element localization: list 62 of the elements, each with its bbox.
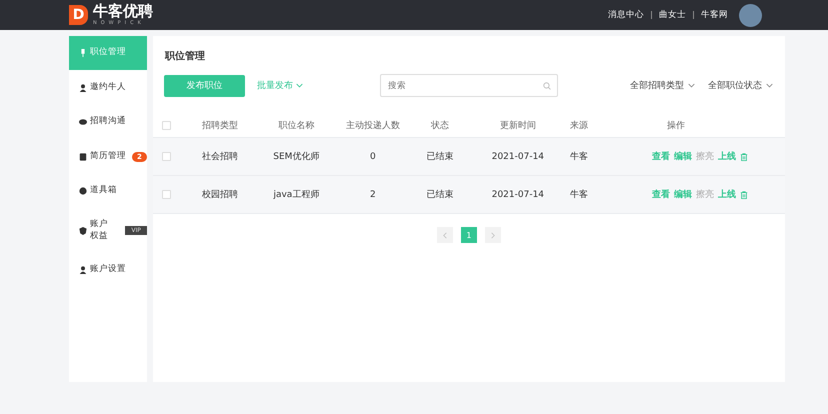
row-checkbox[interactable] [162, 152, 171, 161]
delete-icon[interactable] [740, 190, 748, 198]
table-cell-text: 0 [369, 152, 377, 162]
document-icon [79, 152, 87, 160]
avatar[interactable] [739, 4, 762, 26]
header-link[interactable]: 消息中心 [608, 9, 644, 21]
action-link[interactable]: 编辑 [674, 188, 692, 201]
sidebar-item[interactable]: 账户设置 [69, 253, 147, 287]
table-cell-text: 牛客 [568, 150, 589, 163]
page-button[interactable]: 1 [460, 227, 477, 243]
table-cell-text: 2021-07-14 [490, 190, 546, 200]
logo-mark: D [69, 5, 88, 25]
action-link[interactable]: 查看 [652, 188, 670, 201]
search-field[interactable]: 搜索 [380, 74, 558, 97]
table-cell-text: 校园招聘 [200, 188, 239, 201]
table-cell-text: 已结束 [425, 188, 454, 201]
caret-icon [688, 83, 695, 88]
sidebar-item[interactable]: 招聘沟通 [69, 105, 147, 139]
row-checkbox[interactable] [162, 190, 171, 199]
action-link[interactable]: 编辑 [674, 150, 692, 163]
caret-icon [766, 83, 773, 88]
batch-publish-dropdown[interactable]: 批量发布 [256, 79, 303, 92]
table-cell-text: 2021-07-14 [490, 152, 546, 162]
column-header: 操作 [666, 120, 686, 132]
page-title: 职位管理 [164, 50, 206, 64]
table-cell-text: 社会招聘 [200, 150, 239, 163]
person-icon [79, 84, 87, 92]
header-link[interactable]: 牛客网 [701, 9, 728, 21]
table-cell-text: SEM优化师 [272, 150, 320, 163]
column-header: 更新时间 [498, 120, 537, 132]
action-link[interactable]: 上线 [718, 188, 736, 201]
select-all-checkbox[interactable] [162, 120, 171, 130]
table-cell-text: 2 [369, 190, 377, 200]
previous-page-button[interactable] [436, 227, 453, 243]
logo-text: 牛客优聘 [93, 4, 153, 19]
search-icon [542, 82, 551, 90]
delete-icon[interactable] [740, 152, 748, 160]
header-link[interactable]: 曲女士 [659, 9, 686, 21]
action-link[interactable]: 上线 [718, 150, 736, 163]
filter-dropdown[interactable]: 全部职位状态 [708, 79, 773, 92]
sidebar-item[interactable]: 道具箱 [69, 174, 147, 208]
shield-icon [79, 226, 87, 234]
person-icon [79, 266, 87, 274]
publish-button[interactable]: 发布职位 [164, 74, 245, 96]
table-cell-text: java工程师 [272, 188, 320, 201]
table-cell-text: 牛客 [568, 188, 589, 201]
sidebar-item[interactable]: 职位管理 [69, 36, 147, 70]
chat-icon [79, 118, 87, 126]
table-cell-text: 已结束 [425, 150, 454, 163]
chevron-left-icon [442, 232, 447, 238]
filter-dropdown[interactable]: 全部招聘类型 [630, 79, 695, 92]
pin-icon [79, 49, 87, 57]
next-page-button[interactable] [484, 227, 501, 243]
chevron-right-icon [490, 232, 495, 238]
column-header: 主动投递人数 [344, 120, 401, 132]
column-header: 状态 [430, 120, 450, 132]
caret-icon [296, 83, 303, 88]
column-header: 职位名称 [277, 120, 316, 132]
sidebar-item[interactable]: 邀约牛人 [69, 70, 147, 104]
column-header: 招聘类型 [200, 120, 239, 132]
action-link[interactable]: 查看 [652, 150, 670, 163]
column-header: 来源 [568, 120, 589, 132]
